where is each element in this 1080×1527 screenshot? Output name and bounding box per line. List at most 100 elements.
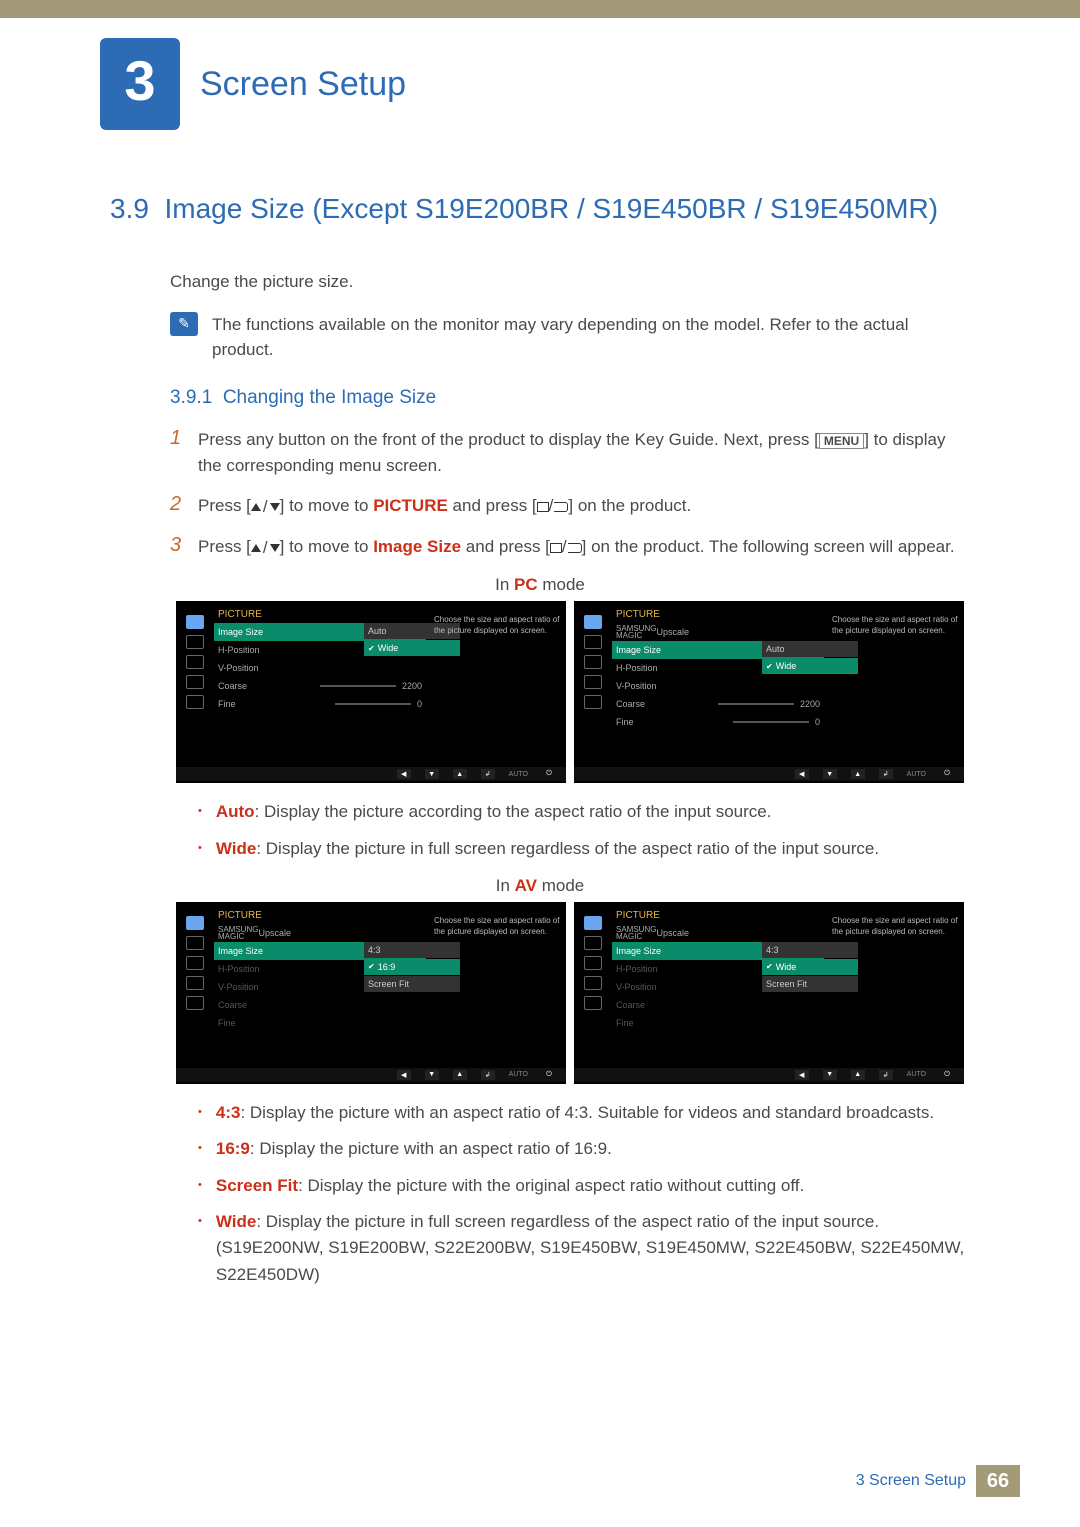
text-span: and press [ [448, 497, 537, 516]
move-icon [186, 655, 204, 669]
enter-icon: / [550, 534, 582, 560]
gear-icon [584, 976, 602, 990]
gear-icon [186, 976, 204, 990]
monitor-icon [186, 916, 204, 930]
osd-sidebar [182, 916, 208, 1010]
text-span: ] on the product. [568, 497, 691, 516]
move-icon [584, 956, 602, 970]
dd-43: 4:3 [762, 942, 858, 958]
osd-item: Coarse [214, 996, 426, 1014]
info-icon [584, 695, 602, 709]
text-span: : Display the picture in full screen reg… [216, 1212, 964, 1284]
info-icon [186, 695, 204, 709]
gear-icon [584, 675, 602, 689]
text-span: Press any button on the front of the pro… [198, 430, 819, 449]
list-icon [186, 635, 204, 649]
text-span: Fine [218, 699, 236, 709]
av-mode-label: In AV mode [110, 876, 970, 896]
pc-bold: PC [514, 575, 538, 594]
osd-item: SAMSUNGMAGICUpscale [214, 924, 426, 942]
text-span: In [496, 876, 515, 895]
osd-sidebar [580, 916, 606, 1010]
osd-nav: ◀▼▲↲AUTO⏻ [176, 767, 566, 781]
power-icon: ⏻ [542, 769, 556, 779]
osd-desc: Choose the size and aspect ratio of the … [434, 615, 562, 637]
subsection-number: 3.9.1 [170, 387, 212, 408]
info-icon [186, 996, 204, 1010]
text-span: ] to move to [280, 497, 374, 516]
bullet-wide: Wide: Display the picture in full screen… [198, 1209, 970, 1288]
section-heading: 3.9 Image Size (Except S19E200BR / S19E4… [110, 190, 970, 228]
dd-sf: Screen Fit [364, 976, 460, 992]
osd-sidebar [580, 615, 606, 709]
footer-page-number: 66 [976, 1465, 1020, 1497]
magic-label: SAMSUNGMAGIC [616, 926, 656, 940]
step-3: 3 Press [ / ] to move to Image Size and … [170, 534, 970, 561]
steps-list: 1 Press any button on the front of the p… [170, 427, 970, 561]
section-number: 3.9 [110, 193, 149, 224]
osd-item: Coarse2200 [214, 677, 426, 695]
note-icon: ✎ [170, 312, 198, 336]
note-text: The functions available on the monitor m… [212, 312, 970, 363]
osd-pc-right: PICTURE SAMSUNGMAGICUpscale Image Size H… [574, 601, 964, 783]
menu-key: MENU [819, 433, 864, 449]
dd-wide: Wide [762, 959, 858, 975]
nav-left-icon: ◀ [795, 1070, 809, 1080]
text-span: : Display the picture with the original … [298, 1176, 804, 1195]
osd-main: PICTURE SAMSUNGMAGICUpscale Image Size H… [214, 910, 426, 1032]
step-2: 2 Press [ / ] to move to PICTURE and pre… [170, 493, 970, 520]
step-text: Press [ / ] to move to Image Size and pr… [198, 534, 955, 561]
nav-left-icon: ◀ [795, 769, 809, 779]
bullet-bold: 4:3 [216, 1103, 241, 1122]
bullet-wide: Wide: Display the picture in full screen… [198, 836, 970, 862]
osd-sidebar [182, 615, 208, 709]
move-icon [186, 956, 204, 970]
nav-enter-icon: ↲ [481, 1070, 495, 1080]
text-span: Fine [616, 717, 634, 727]
osd-dropdown: Auto Wide [762, 640, 858, 674]
step-number: 2 [170, 493, 198, 520]
text-span: : Display the picture with an aspect rat… [240, 1103, 934, 1122]
osd-main: PICTURE SAMSUNGMAGICUpscale Image Size H… [612, 910, 824, 1032]
osd-title: PICTURE [214, 910, 426, 921]
av-bullets: 4:3: Display the picture with an aspect … [198, 1100, 970, 1288]
osd-dropdown: 4:3 Wide Screen Fit [762, 941, 858, 992]
nav-up-icon: ▲ [453, 1070, 467, 1080]
list-icon [186, 936, 204, 950]
av-bold: AV [515, 876, 537, 895]
page-header: 3 Screen Setup [0, 18, 1080, 130]
text-span: and press [ [461, 538, 550, 557]
text-span: ] to move to [280, 538, 374, 557]
subsection-heading: 3.9.1 Changing the Image Size [170, 387, 970, 409]
osd-nav: ◀▼▲↲AUTO⏻ [176, 1068, 566, 1082]
osd-item: SAMSUNGMAGICUpscale [612, 623, 824, 641]
osd-item: SAMSUNGMAGICUpscale [612, 924, 824, 942]
osd-desc: Choose the size and aspect ratio of the … [832, 615, 960, 637]
osd-item: Fine0 [214, 695, 426, 713]
nav-auto: AUTO [509, 771, 528, 778]
text-span: Press [ [198, 497, 251, 516]
section-title-text: Image Size (Except S19E200BR / S19E450BR… [165, 193, 939, 224]
step-number: 3 [170, 534, 198, 561]
bullet-bold: Wide [216, 839, 256, 858]
step-text: Press any button on the front of the pro… [198, 427, 970, 480]
bullet-169: 16:9: Display the picture with an aspect… [198, 1136, 970, 1162]
osd-nav: ◀▼▲↲AUTO⏻ [574, 767, 964, 781]
power-icon: ⏻ [940, 769, 954, 779]
monitor-icon [584, 916, 602, 930]
note: ✎ The functions available on the monitor… [170, 312, 970, 363]
monitor-icon [186, 615, 204, 629]
text-span: Upscale [656, 928, 689, 938]
text-span: Upscale [656, 627, 689, 637]
list-icon [584, 635, 602, 649]
text-span: : Display the picture according to the a… [255, 802, 772, 821]
text-span: : Display the picture with an aspect rat… [250, 1139, 612, 1158]
nav-enter-icon: ↲ [879, 1070, 893, 1080]
nav-auto: AUTO [509, 1071, 528, 1078]
text-span: In [495, 575, 514, 594]
chapter-badge: 3 [100, 38, 180, 130]
nav-enter-icon: ↲ [481, 769, 495, 779]
nav-down-icon: ▼ [425, 769, 439, 779]
gear-icon [186, 675, 204, 689]
dd-sf: Screen Fit [762, 976, 858, 992]
